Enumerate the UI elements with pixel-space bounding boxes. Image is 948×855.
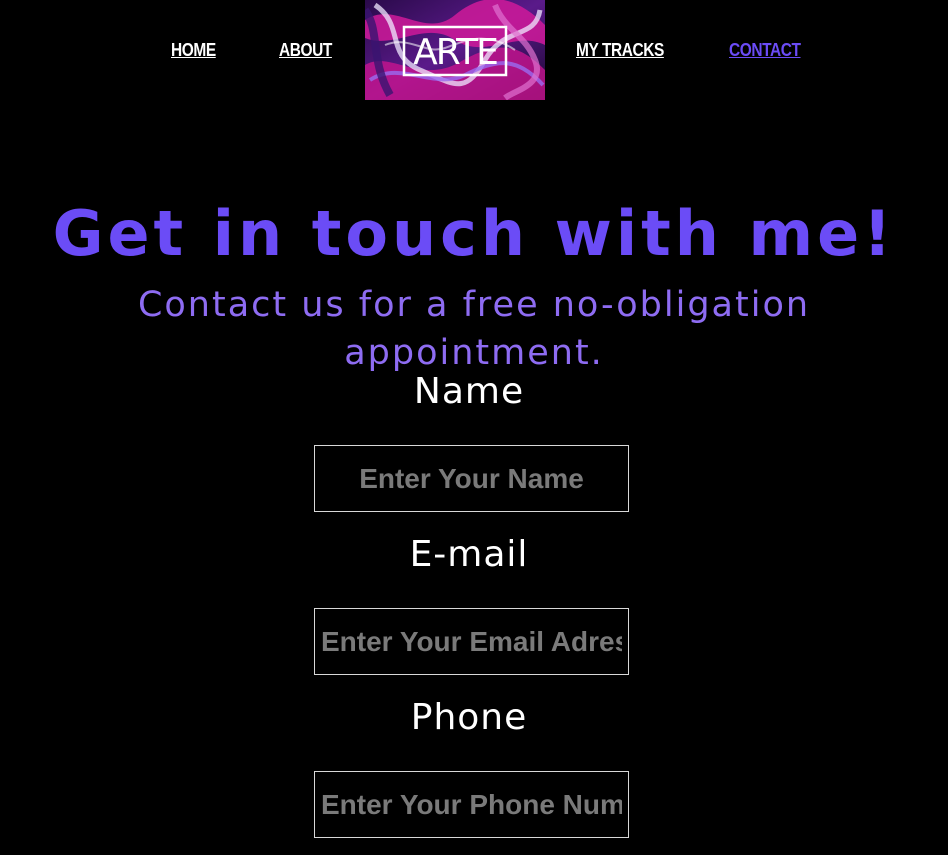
phone-input[interactable] [314, 771, 629, 838]
email-label: E-mail [409, 534, 529, 575]
email-input[interactable] [314, 608, 629, 675]
logo-text: ARTE [413, 32, 497, 73]
phone-label: Phone [410, 697, 528, 738]
main-nav: HOME ABOUT ARTE MY TRACKS CONTACT [0, 0, 948, 100]
page-title: Get in touch with me! [52, 196, 896, 270]
nav-link-home[interactable]: HOME [171, 38, 216, 62]
nav-link-about[interactable]: ABOUT [279, 38, 332, 62]
nav-link-my-tracks[interactable]: MY TRACKS [576, 38, 664, 62]
nav-link-contact[interactable]: CONTACT [729, 38, 801, 62]
page-subtitle: Contact us for a free no-obligation appo… [137, 285, 811, 373]
logo-artwork: ARTE [365, 0, 545, 100]
arte-logo[interactable]: ARTE [365, 0, 545, 100]
name-input[interactable] [314, 445, 629, 512]
name-label: Name [413, 371, 525, 412]
